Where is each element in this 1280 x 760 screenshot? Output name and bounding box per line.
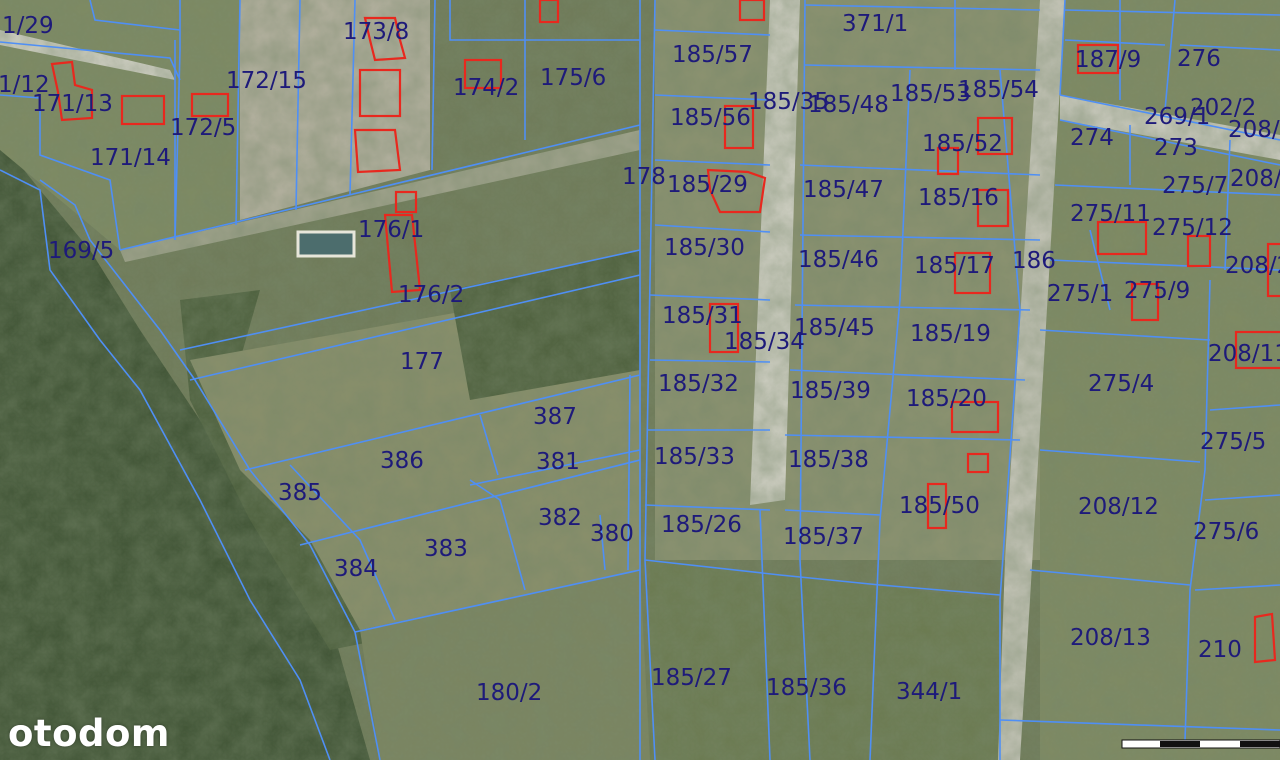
parcel-label: 208/2 (1225, 253, 1280, 279)
parcel-label: 185/54 (958, 77, 1039, 103)
parcel-label: 185/16 (918, 185, 999, 211)
parcel-label: 274 (1070, 125, 1114, 151)
scale-bar (1121, 739, 1280, 749)
parcel-label: 383 (424, 536, 468, 562)
parcel-label: 185/17 (914, 253, 995, 279)
parcel-label: 171/13 (32, 91, 113, 117)
parcel-label: 275/11 (1070, 201, 1151, 227)
parcel-label: 387 (533, 404, 577, 430)
parcel-label: 178 (622, 164, 666, 190)
parcel-label: 185/19 (910, 321, 991, 347)
parcel-label: 208/13 (1070, 625, 1151, 651)
parcel-label: 275/6 (1193, 519, 1259, 545)
parcel-label: 382 (538, 505, 582, 531)
parcel-label: 185/39 (790, 378, 871, 404)
parcel-label: 187/9 (1075, 47, 1141, 73)
parcel-label: 385 (278, 480, 322, 506)
parcel-label: 185/34 (724, 329, 805, 355)
parcel-label: 186 (1012, 248, 1056, 274)
parcel-label: 210 (1198, 637, 1242, 663)
parcel-label: 180/2 (476, 680, 542, 706)
parcel-label: 275/1 (1047, 281, 1113, 307)
parcel-label: 185/38 (788, 447, 869, 473)
parcel-label: 172/15 (226, 68, 307, 94)
parcel-label: 344/1 (896, 679, 962, 705)
parcel-label: 185/26 (661, 512, 742, 538)
parcel-label: 185/52 (922, 131, 1003, 157)
parcel-label: 185/48 (808, 92, 889, 118)
parcel-label: 371/1 (842, 11, 908, 37)
parcel-label: 185/20 (906, 386, 987, 412)
parcel-label: 185/31 (662, 303, 743, 329)
parcel-label: 275/5 (1200, 429, 1266, 455)
parcel-label: 273 (1154, 135, 1198, 161)
parcel-label: 185/50 (899, 493, 980, 519)
parcel-label: 185/29 (667, 172, 748, 198)
parcel-label: 384 (334, 556, 378, 582)
parcel-label: 172/5 (170, 115, 236, 141)
parcel-label: 276 (1177, 46, 1221, 72)
parcel-label: 275/12 (1152, 215, 1233, 241)
parcel-label: 185/57 (672, 42, 753, 68)
parcel-label: 173/8 (343, 19, 409, 45)
parcel-label: 208/12 (1078, 494, 1159, 520)
parcel-label: 176/1 (358, 217, 424, 243)
parcel-label: 275/9 (1124, 278, 1190, 304)
parcel-label: 169/5 (48, 238, 114, 264)
cadastral-map[interactable]: 1/29 1/12 171/13 171/14 172/5 172/15 173… (0, 0, 1280, 760)
parcel-label: 185/30 (664, 235, 745, 261)
parcel-label: 208/ (1228, 117, 1280, 143)
parcel-label: 171/14 (90, 145, 171, 171)
parcel-label: 275/4 (1088, 371, 1154, 397)
parcel-label: 381 (536, 449, 580, 475)
parcel-label: 174/2 (453, 75, 519, 101)
parcel-label: 177 (400, 349, 444, 375)
parcel-label: 185/27 (651, 665, 732, 691)
parcel-label: 185/56 (670, 105, 751, 131)
parcel-label: 208/1 (1230, 166, 1280, 192)
parcel-label: 185/46 (798, 247, 879, 273)
parcel-label: 185/36 (766, 675, 847, 701)
parcel-label: 380 (590, 521, 634, 547)
parcel-label: 185/45 (794, 315, 875, 341)
otodom-watermark: otodom (8, 712, 170, 755)
parcel-label: 176/2 (398, 282, 464, 308)
parcel-label: 275/7 (1162, 173, 1228, 199)
parcel-label: 185/32 (658, 371, 739, 397)
parcel-label: 185/37 (783, 524, 864, 550)
parcel-label: 175/6 (540, 65, 606, 91)
parcel-label: 1/29 (2, 13, 54, 39)
parcel-label: 386 (380, 448, 424, 474)
parcel-label: 185/33 (654, 444, 735, 470)
parcel-label: 208/11 (1208, 341, 1280, 367)
parcel-label: 185/47 (803, 177, 884, 203)
